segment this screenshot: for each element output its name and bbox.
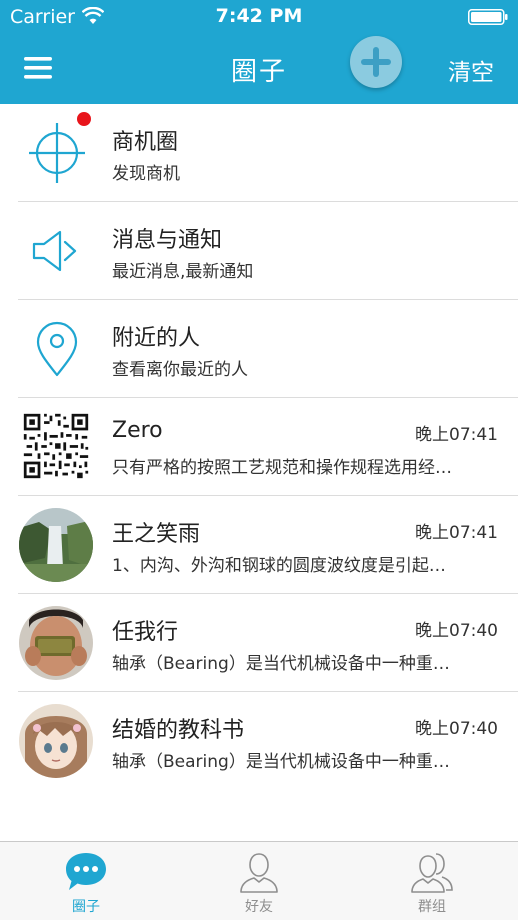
crosshair-icon xyxy=(29,123,85,183)
list-item-messages[interactable]: 消息与通知 最近消息,最新通知 xyxy=(0,202,518,300)
conversation-name: 结婚的教科书 xyxy=(112,718,245,743)
conversation-row[interactable]: Zero 晚上07:41 只有严格的按照工艺规范和操作规程选用经… xyxy=(0,398,518,496)
tab-label: 群组 xyxy=(418,899,446,915)
person-photo-avatar xyxy=(19,606,93,680)
nav-bar: 圈子 清空 xyxy=(0,34,518,104)
tab-circle[interactable]: 圈子 xyxy=(0,842,172,920)
conversation-row[interactable]: 任我行 晚上07:40 轴承（Bearing）是当代机械设备中一种重… xyxy=(0,594,518,692)
clear-button[interactable]: 清空 xyxy=(448,53,494,87)
tab-groups[interactable]: 群组 xyxy=(346,842,518,920)
list-item-nearby-people[interactable]: 附近的人 查看离你最近的人 xyxy=(0,300,518,398)
conversation-time: 晚上07:41 xyxy=(415,523,498,543)
conversation-list: 商机圈 发现商机 消息与通知 最近消息,最新通知 附近的人 查看离你最近的人 Z… xyxy=(0,104,518,790)
conversation-preview: 轴承（Bearing）是当代机械设备中一种重… xyxy=(112,654,450,674)
status-bar: Carrier 7:42 PM xyxy=(0,0,518,34)
list-item-subtitle: 发现商机 xyxy=(112,164,180,184)
conversation-row[interactable]: 结婚的教科书 晚上07:40 轴承（Bearing）是当代机械设备中一种重… xyxy=(0,692,518,790)
app-screen: Carrier 7:42 PM 圈子 清空 商机圈 发现商机 消息与通知 最近消… xyxy=(0,0,518,920)
add-button[interactable] xyxy=(350,36,402,88)
list-item-title: 附近的人 xyxy=(112,326,201,351)
chat-bubble-icon xyxy=(66,853,106,890)
tab-bar: 圈子 好友 群组 xyxy=(0,841,518,920)
conversation-preview: 轴承（Bearing）是当代机械设备中一种重… xyxy=(112,752,450,772)
conversation-preview: 1、内沟、外沟和钢球的圆度波纹度是引起… xyxy=(112,556,446,576)
waterfall-avatar xyxy=(19,508,93,582)
list-item-business-circle[interactable]: 商机圈 发现商机 xyxy=(0,104,518,202)
conversation-name: 王之笑雨 xyxy=(112,522,201,547)
conversation-time: 晚上07:40 xyxy=(415,621,498,641)
conversation-preview: 只有严格的按照工艺规范和操作规程选用经… xyxy=(112,458,452,478)
tab-label: 圈子 xyxy=(72,899,100,915)
person-icon xyxy=(240,853,278,893)
list-item-subtitle: 最近消息,最新通知 xyxy=(112,262,254,282)
list-item-title: 消息与通知 xyxy=(112,228,223,253)
conversation-row[interactable]: 王之笑雨 晚上07:41 1、内沟、外沟和钢球的圆度波纹度是引起… xyxy=(0,496,518,594)
anime-girl-avatar xyxy=(19,704,93,778)
conversation-time: 晚上07:40 xyxy=(415,719,498,739)
tab-friends[interactable]: 好友 xyxy=(173,842,345,920)
speaker-icon xyxy=(32,230,77,272)
notification-badge xyxy=(77,112,91,126)
qr-code-avatar xyxy=(22,412,90,480)
conversation-name: 任我行 xyxy=(112,620,179,645)
location-pin-icon xyxy=(36,321,78,377)
list-item-title: 商机圈 xyxy=(112,130,179,155)
header: Carrier 7:42 PM 圈子 清空 xyxy=(0,0,518,104)
tab-label: 好友 xyxy=(245,899,273,915)
battery-icon xyxy=(468,9,508,25)
status-time: 7:42 PM xyxy=(215,5,303,27)
conversation-time: 晚上07:41 xyxy=(415,425,498,445)
group-icon xyxy=(411,853,453,893)
plus-icon xyxy=(361,47,391,77)
list-item-subtitle: 查看离你最近的人 xyxy=(112,360,248,380)
conversation-name: Zero xyxy=(112,418,163,443)
page-title: 圈子 xyxy=(230,57,287,87)
